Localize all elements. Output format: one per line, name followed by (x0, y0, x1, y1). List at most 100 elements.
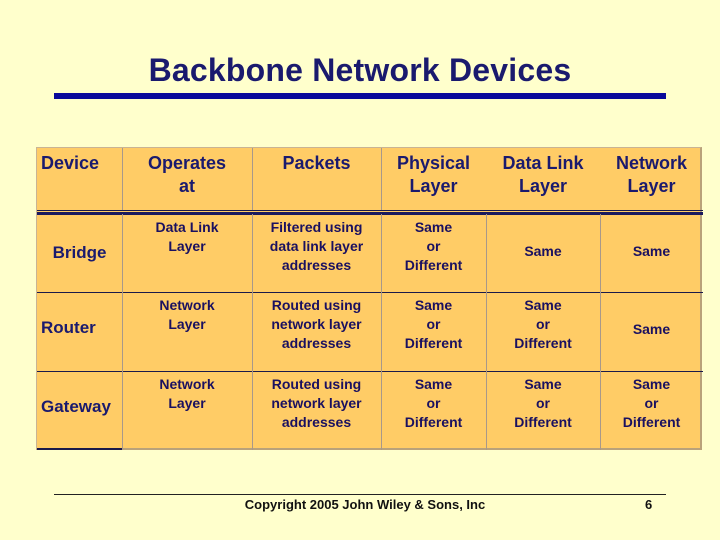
cell-line: Network (615, 153, 687, 173)
cell-line: or (426, 394, 441, 411)
header-network-layer: Network Layer (600, 148, 703, 210)
cell-line: Layer (168, 394, 206, 411)
title-underline (54, 93, 666, 99)
cell-line: Same (414, 376, 453, 392)
column-divider (381, 214, 382, 292)
column-divider (252, 292, 253, 371)
cell-line: Different (514, 334, 572, 351)
cell-line: Operates (147, 153, 227, 173)
column-divider (381, 371, 382, 450)
column-divider (122, 292, 123, 371)
header-column-divider (381, 148, 382, 210)
cell-packets: Routed using network layer addresses (252, 375, 381, 450)
cell-line: at (178, 175, 195, 196)
cell-line: Different (622, 413, 681, 430)
cell-line: or (426, 237, 441, 254)
cell-line: Same (524, 297, 562, 313)
header-column-divider (252, 148, 253, 210)
slide-title: Backbone Network Devices (148, 52, 572, 88)
page-number: 6 (645, 497, 653, 512)
cell-network-layer: Same (600, 218, 703, 292)
column-divider (600, 371, 601, 450)
column-divider (486, 214, 487, 292)
cell-line: Different (404, 413, 463, 430)
header-physical-layer: Physical Layer (381, 148, 486, 210)
cell-operates-at: Data Link Layer (122, 218, 252, 292)
header-rule-thin (37, 210, 703, 211)
cell-line: Layer (168, 315, 206, 332)
cell-network-layer: Same (600, 296, 703, 371)
cell-line: Layer (409, 175, 458, 196)
device-name: Router (41, 317, 96, 337)
device-name: Gateway (41, 396, 111, 416)
cell-line: addresses (281, 413, 352, 430)
cell-line: Device (41, 153, 100, 173)
column-divider (122, 371, 123, 450)
cell-line: network layer (271, 315, 362, 332)
cell-operates-at: Network Layer (122, 296, 252, 371)
cell-line: or (426, 315, 441, 332)
column-divider (381, 292, 382, 371)
cell-line: Same (524, 242, 562, 259)
cell-line: Filtered using (270, 219, 363, 235)
row-divider (37, 292, 703, 293)
device-name: Bridge (52, 243, 107, 263)
cell-network-layer: Same or Different (600, 375, 703, 450)
cell-operates-at: Network Layer (122, 375, 252, 450)
header-device: Device (37, 148, 122, 210)
column-divider (252, 214, 253, 292)
cell-line: Layer (627, 175, 676, 196)
cell-data-link-layer: Same or Different (486, 375, 600, 450)
cell-line: Same (414, 219, 453, 235)
cell-line: Packets (282, 153, 351, 173)
column-divider (122, 214, 123, 292)
cell-physical-layer: Same or Different (381, 218, 486, 292)
cell-line: Same (414, 297, 453, 313)
cell-line: Different (404, 334, 463, 351)
cell-line: or (536, 315, 550, 332)
cell-physical-layer: Same or Different (381, 375, 486, 450)
cell-line: Network (159, 297, 215, 313)
cell-line: Same (632, 242, 671, 259)
cell-data-link-layer: Same (486, 218, 600, 292)
cell-line: Same (524, 376, 562, 392)
cell-data-link-layer: Same or Different (486, 296, 600, 371)
cell-line: Network (159, 376, 215, 392)
cell-line: or (536, 394, 550, 411)
cell-line: or (644, 394, 659, 411)
header-rule-thick (37, 212, 703, 215)
cell-packets: Filtered using data link layer addresses (252, 218, 381, 292)
cell-line: Layer (518, 175, 568, 196)
header-packets: Packets (252, 148, 381, 210)
device-cell-router: Router (37, 292, 122, 371)
cell-line: Physical (396, 153, 471, 173)
column-divider (252, 371, 253, 450)
cell-physical-layer: Same or Different (381, 296, 486, 371)
cell-line: Same (632, 321, 671, 338)
cell-line: Different (404, 256, 463, 273)
cell-line: Routed using (271, 376, 362, 392)
cell-line: Different (514, 413, 572, 430)
header-operates-at: Operates at (122, 148, 252, 210)
cell-line: addresses (281, 256, 352, 273)
row-divider (37, 371, 703, 372)
footer-divider (54, 494, 666, 495)
cell-line: network layer (271, 394, 362, 411)
column-divider (600, 214, 601, 292)
cell-line: Same (632, 376, 671, 392)
column-divider (486, 371, 487, 450)
cell-line: Data Link (155, 219, 219, 235)
header-column-divider (122, 148, 123, 210)
device-cell-bridge: Bridge (37, 214, 122, 292)
cell-line: Layer (168, 237, 206, 254)
comparison-table: Device Operates at Packets Physical Layer Data… (36, 147, 703, 450)
cell-line: data link layer (269, 237, 364, 254)
device-cell-gateway: Gateway (37, 371, 122, 450)
copyright-footer: Copyright 2005 John Wiley & Sons, Inc (244, 497, 486, 512)
cell-line: addresses (281, 334, 352, 351)
cell-line: Routed using (271, 297, 362, 313)
cell-line: Data Link (502, 153, 584, 173)
column-divider (486, 292, 487, 371)
cell-packets: Routed using network layer addresses (252, 296, 381, 371)
header-data-link-layer: Data Link Layer (486, 148, 600, 210)
